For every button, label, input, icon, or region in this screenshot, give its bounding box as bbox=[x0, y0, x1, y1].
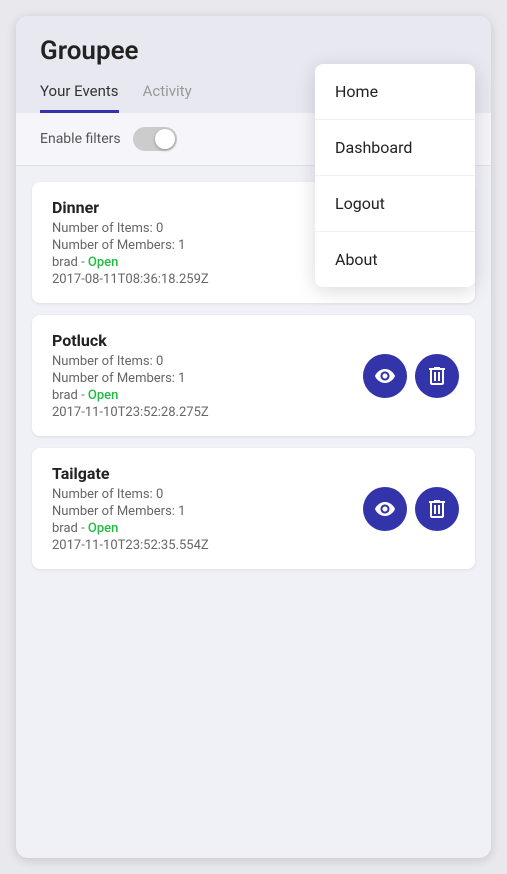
event-card-potluck: Potluck Number of Items: 0 Number of Mem… bbox=[32, 315, 475, 436]
event-actions-potluck bbox=[363, 354, 459, 398]
tab-your-events[interactable]: Your Events bbox=[40, 82, 119, 113]
event-actions-tailgate bbox=[363, 487, 459, 531]
app-container: Groupee Your Events Activity Enable filt… bbox=[16, 16, 491, 858]
app-title: Groupee bbox=[40, 36, 467, 66]
delete-button-potluck[interactable] bbox=[415, 354, 459, 398]
event-info-potluck: Potluck Number of Items: 0 Number of Mem… bbox=[52, 331, 363, 420]
event-items-tailgate: Number of Items: 0 bbox=[52, 487, 363, 502]
event-name-potluck: Potluck bbox=[52, 331, 363, 350]
event-members-potluck: Number of Members: 1 bbox=[52, 371, 363, 386]
event-status-potluck: brad - Open bbox=[52, 388, 363, 403]
menu-item-about[interactable]: About bbox=[315, 232, 475, 287]
event-status-tailgate: brad - Open bbox=[52, 521, 363, 536]
menu-item-logout[interactable]: Logout bbox=[315, 176, 475, 232]
event-members-tailgate: Number of Members: 1 bbox=[52, 504, 363, 519]
filters-label: Enable filters bbox=[40, 131, 121, 147]
eye-icon-potluck bbox=[375, 369, 395, 383]
menu-item-home[interactable]: Home bbox=[315, 64, 475, 120]
view-button-tailgate[interactable] bbox=[363, 487, 407, 531]
event-timestamp-tailgate: 2017-11-10T23:52:35.554Z bbox=[52, 538, 363, 553]
event-info-tailgate: Tailgate Number of Items: 0 Number of Me… bbox=[52, 464, 363, 553]
event-items-potluck: Number of Items: 0 bbox=[52, 354, 363, 369]
menu-item-dashboard[interactable]: Dashboard bbox=[315, 120, 475, 176]
trash-icon-potluck bbox=[429, 367, 445, 385]
event-card-tailgate: Tailgate Number of Items: 0 Number of Me… bbox=[32, 448, 475, 569]
event-name-tailgate: Tailgate bbox=[52, 464, 363, 483]
filters-toggle[interactable] bbox=[133, 127, 177, 151]
view-button-potluck[interactable] bbox=[363, 354, 407, 398]
event-timestamp-potluck: 2017-11-10T23:52:28.275Z bbox=[52, 405, 363, 420]
eye-icon-tailgate bbox=[375, 502, 395, 516]
dropdown-menu: Home Dashboard Logout About bbox=[315, 64, 475, 287]
tab-activity[interactable]: Activity bbox=[143, 82, 192, 113]
trash-icon-tailgate bbox=[429, 500, 445, 518]
delete-button-tailgate[interactable] bbox=[415, 487, 459, 531]
